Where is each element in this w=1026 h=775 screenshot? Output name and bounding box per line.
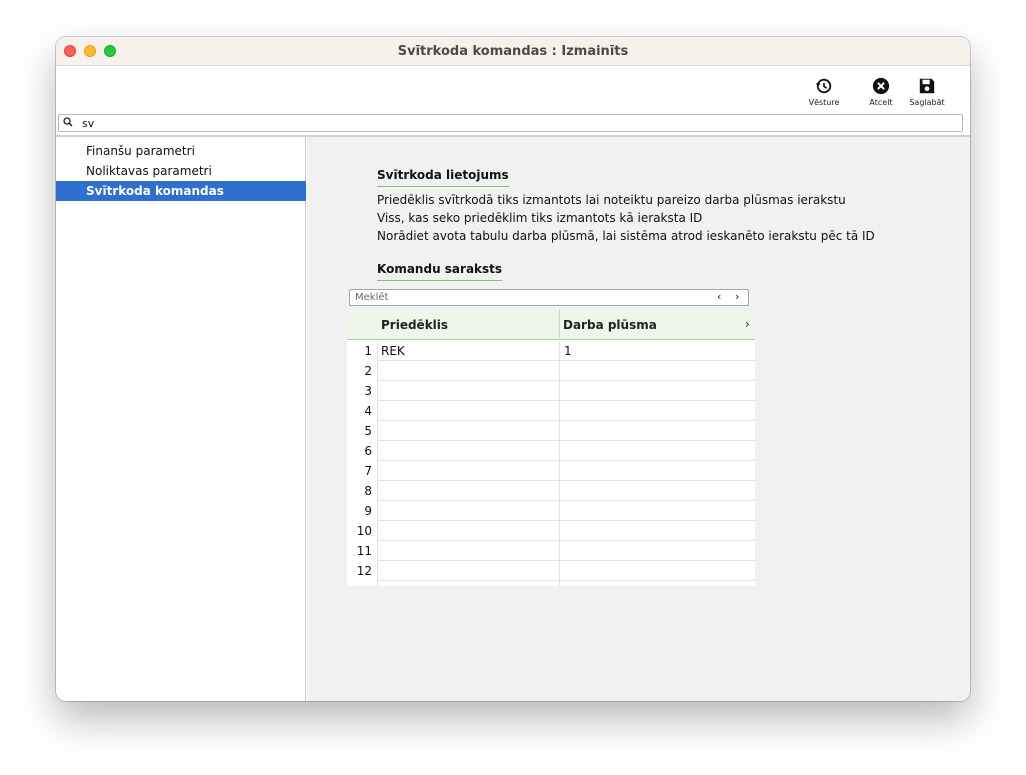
save-button[interactable]: Saglabāt: [902, 77, 952, 107]
table-row[interactable]: 4: [347, 401, 755, 421]
sidebar-item-warehouse-parameters[interactable]: Noliktavas parametri: [56, 161, 306, 181]
prefix-cell[interactable]: [377, 441, 559, 461]
sidebar-item-label: Finanšu parametri: [86, 144, 195, 158]
row-number: 11: [356, 544, 372, 558]
workflow-cell[interactable]: [559, 401, 755, 421]
history-button[interactable]: Vēsture: [799, 77, 849, 107]
table-row[interactable]: 2: [347, 361, 755, 381]
toolbar: Vēsture Atcelt Saglabāt: [56, 67, 970, 113]
workflow-cell[interactable]: [559, 481, 755, 501]
prefix-cell[interactable]: [377, 461, 559, 481]
prefix-cell[interactable]: [377, 521, 559, 541]
workflow-cell[interactable]: [559, 441, 755, 461]
table-search-placeholder: Meklēt: [355, 292, 389, 303]
row-number: 5: [364, 424, 372, 438]
prefix-cell[interactable]: [377, 581, 559, 586]
table-row[interactable]: 6: [347, 441, 755, 461]
table-row[interactable]: 7: [347, 461, 755, 481]
window-title: Svītrkoda komandas : Izmainīts: [397, 44, 629, 59]
column-header-workflow[interactable]: Darba plūsma: [563, 318, 657, 332]
sidebar-item-label: Noliktavas parametri: [86, 164, 212, 178]
prefix-cell[interactable]: [377, 361, 559, 381]
table-row[interactable]: 5: [347, 421, 755, 441]
prefix-cell[interactable]: REK: [377, 341, 559, 361]
table-row[interactable]: 9: [347, 501, 755, 521]
save-icon: [919, 78, 935, 94]
cancel-label: Atcelt: [869, 98, 893, 107]
sidebar: Finanšu parametri Noliktavas parametri S…: [56, 137, 306, 701]
search-value: sv: [82, 117, 95, 130]
workflow-cell[interactable]: [559, 541, 755, 561]
workflow-cell[interactable]: [559, 361, 755, 381]
prefix-cell[interactable]: [377, 541, 559, 561]
row-number: 3: [364, 384, 372, 398]
history-label: Vēsture: [808, 98, 840, 107]
workflow-cell[interactable]: [559, 421, 755, 441]
title-bar: Svītrkoda komandas : Izmainīts: [56, 37, 970, 66]
table-row[interactable]: 8: [347, 481, 755, 501]
workflow-cell[interactable]: 1: [559, 341, 755, 361]
table-row[interactable]: 12: [347, 561, 755, 581]
row-number: 7: [364, 464, 372, 478]
row-number: 10: [356, 524, 372, 538]
sidebar-item-label: Svītrkoda komandas: [86, 184, 224, 198]
workflow-cell[interactable]: [559, 521, 755, 541]
usage-heading: Svītrkoda lietojums: [377, 168, 509, 187]
table-row[interactable]: 10: [347, 521, 755, 541]
row-number: 4: [364, 404, 372, 418]
prefix-cell[interactable]: [377, 561, 559, 581]
table-row[interactable]: 3: [347, 381, 755, 401]
row-number: 8: [364, 484, 372, 498]
cancel-button[interactable]: Atcelt: [856, 77, 906, 107]
prefix-cell[interactable]: [377, 421, 559, 441]
table-row[interactable]: 11: [347, 541, 755, 561]
usage-line: Norādiet avota tabulu darba plūsmā, lai …: [377, 229, 875, 243]
save-label: Saglabāt: [909, 98, 945, 107]
usage-line: Viss, kas seko priedēklim tiks izmantots…: [377, 211, 703, 225]
main-content: Svītrkoda lietojums Priedēklis svītrkodā…: [307, 137, 970, 701]
row-number: 2: [364, 364, 372, 378]
previous-icon[interactable]: ‹: [717, 290, 721, 303]
commands-heading: Komandu saraksts: [377, 262, 503, 281]
sidebar-item-barcode-commands[interactable]: Svītrkoda komandas: [56, 181, 306, 201]
row-number: 9: [364, 504, 372, 518]
workflow-cell[interactable]: [559, 581, 755, 586]
chevron-right-icon[interactable]: ›: [745, 317, 750, 331]
table-search-input[interactable]: Meklēt ‹ ›: [349, 289, 749, 306]
workflow-cell[interactable]: [559, 381, 755, 401]
search-input[interactable]: sv: [58, 114, 963, 132]
prefix-cell[interactable]: [377, 381, 559, 401]
commands-table: Priedēklis Darba plūsma › 1 REK 1 2 3 4 5 6 7 8 9 1…: [347, 309, 755, 586]
history-icon: [815, 78, 832, 94]
prefix-cell[interactable]: [377, 501, 559, 521]
row-number: 1: [364, 344, 372, 358]
search-icon: [63, 117, 73, 127]
cancel-icon: [872, 77, 890, 95]
app-window: Svītrkoda komandas : Izmainīts Vēsture A…: [56, 37, 970, 701]
row-number: 12: [356, 564, 372, 578]
row-number: 6: [364, 444, 372, 458]
workflow-cell[interactable]: [559, 501, 755, 521]
column-header-prefix[interactable]: Priedēklis: [381, 318, 448, 332]
workflow-cell[interactable]: [559, 461, 755, 481]
prefix-cell[interactable]: [377, 401, 559, 421]
next-icon[interactable]: ›: [735, 290, 739, 303]
table-row[interactable]: 1 REK 1: [347, 341, 755, 361]
table-header: Priedēklis Darba plūsma ›: [347, 309, 755, 340]
table-row[interactable]: 13: [347, 581, 755, 586]
workflow-cell[interactable]: [559, 561, 755, 581]
column-divider: [559, 309, 560, 340]
prefix-cell[interactable]: [377, 481, 559, 501]
usage-line: Priedēklis svītrkodā tiks izmantots lai …: [377, 193, 846, 207]
sidebar-item-finance-parameters[interactable]: Finanšu parametri: [56, 141, 306, 161]
row-number: 13: [347, 581, 372, 586]
